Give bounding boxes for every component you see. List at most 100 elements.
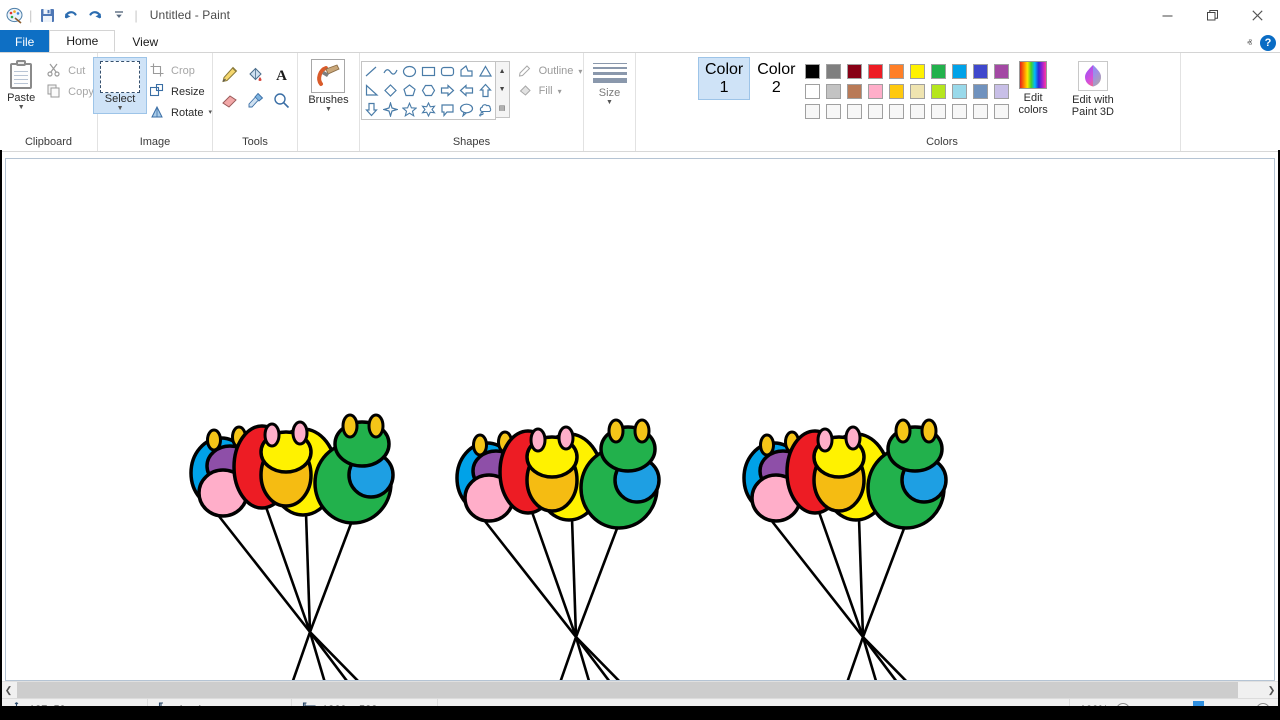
palette-swatch[interactable] [949, 81, 970, 101]
four-point-star-shape[interactable] [381, 100, 400, 119]
color-1-button[interactable]: Color 1 [697, 57, 751, 100]
tab-home[interactable]: Home [49, 30, 116, 52]
color-2-button[interactable]: Color 2 [750, 57, 802, 99]
palette-swatch[interactable] [844, 61, 865, 81]
palette-swatch[interactable] [907, 101, 928, 121]
cloud-callout-shape[interactable] [476, 100, 495, 119]
oval-shape[interactable] [400, 62, 419, 81]
palette-swatch[interactable] [949, 101, 970, 121]
paste-button[interactable]: Paste ▼ [0, 57, 44, 111]
rotate-button[interactable]: Rotate ▾ [147, 103, 217, 123]
paste-caret-icon[interactable]: ▼ [18, 104, 25, 111]
palette-swatch[interactable] [970, 101, 991, 121]
help-icon[interactable]: ? [1260, 35, 1276, 51]
curve-shape[interactable] [381, 62, 400, 81]
palette-swatch[interactable] [991, 81, 1012, 101]
brushes-caret-icon[interactable]: ▼ [325, 106, 332, 113]
down-arrow-shape[interactable] [362, 100, 381, 119]
text-icon[interactable]: A [268, 61, 294, 87]
chevron-down-icon[interactable] [108, 4, 130, 26]
crop-button[interactable]: Crop [147, 61, 217, 81]
palette-swatch[interactable] [823, 61, 844, 81]
magnifier-icon[interactable] [268, 87, 294, 113]
brushes-button[interactable]: Brushes ▼ [308, 57, 349, 113]
fill-button[interactable]: Fill ▾ [518, 83, 583, 99]
palette-swatch[interactable] [970, 81, 991, 101]
horizontal-scroll-thumb[interactable] [17, 681, 1239, 699]
scroll-left-icon[interactable]: ❮ [0, 681, 17, 699]
shapes-scroll-up-icon[interactable]: ▲ [496, 62, 509, 80]
oval-callout-shape[interactable] [457, 100, 476, 119]
palette-swatch[interactable] [907, 81, 928, 101]
pencil-icon[interactable] [216, 61, 242, 87]
close-button[interactable] [1235, 0, 1280, 30]
select-caret-icon[interactable]: ▼ [117, 105, 124, 112]
paint-app-icon[interactable] [3, 4, 25, 26]
five-point-star-shape[interactable] [400, 100, 419, 119]
maximize-button[interactable] [1190, 0, 1235, 30]
hexagon-shape[interactable] [419, 81, 438, 100]
palette-swatch[interactable] [802, 81, 823, 101]
canvas-viewport [0, 152, 1280, 701]
palette-swatch[interactable] [844, 101, 865, 121]
palette-swatch[interactable] [802, 101, 823, 121]
color-picker-icon[interactable] [242, 87, 268, 113]
size-button[interactable]: Size ▼ [592, 57, 627, 106]
palette-swatch[interactable] [907, 61, 928, 81]
chevron-up-icon[interactable]: ⱏ [1247, 38, 1252, 49]
triangle-shape[interactable] [476, 62, 495, 81]
minimize-button[interactable] [1145, 0, 1190, 30]
undo-icon[interactable] [60, 4, 82, 26]
outline-button[interactable]: Outline ▾ [518, 63, 582, 79]
palette-swatch[interactable] [991, 101, 1012, 121]
six-point-star-shape[interactable] [419, 100, 438, 119]
palette-swatch[interactable] [886, 101, 907, 121]
rounded-rectangle-shape[interactable] [438, 62, 457, 81]
palette-swatch[interactable] [886, 81, 907, 101]
palette-swatch[interactable] [865, 81, 886, 101]
save-icon[interactable] [36, 4, 58, 26]
diamond-shape[interactable] [381, 81, 400, 100]
up-arrow-shape[interactable] [476, 81, 495, 100]
tab-file[interactable]: File [0, 30, 50, 52]
horizontal-scrollbar[interactable]: ❮ ❯ [0, 681, 1280, 699]
palette-swatch[interactable] [823, 81, 844, 101]
outline-caret-icon[interactable]: ▾ [578, 67, 582, 76]
edit-with-paint3d-button[interactable]: Edit with Paint 3D [1054, 57, 1120, 118]
palette-swatch[interactable] [949, 61, 970, 81]
palette-swatch[interactable] [886, 61, 907, 81]
rounded-callout-shape[interactable] [438, 100, 457, 119]
right-triangle-shape[interactable] [362, 81, 381, 100]
right-arrow-shape[interactable] [438, 81, 457, 100]
eraser-icon[interactable] [216, 87, 242, 113]
rectangle-shape[interactable] [419, 62, 438, 81]
select-button[interactable]: Select ▼ [93, 57, 148, 114]
palette-swatch[interactable] [802, 61, 823, 81]
palette-swatch[interactable] [865, 61, 886, 81]
palette-swatch[interactable] [928, 101, 949, 121]
drawing-canvas[interactable] [5, 158, 1275, 701]
shapes-scrollbar[interactable]: ▲ ▼ ▤ [495, 61, 510, 118]
size-caret-icon[interactable]: ▼ [606, 99, 613, 106]
palette-swatch[interactable] [928, 81, 949, 101]
horizontal-scroll-track[interactable] [17, 681, 1263, 699]
palette-swatch[interactable] [844, 81, 865, 101]
shapes-scroll-down-icon[interactable]: ▼ [496, 80, 509, 98]
resize-button[interactable]: Resize [147, 82, 217, 102]
left-arrow-shape[interactable] [457, 81, 476, 100]
redo-icon[interactable] [84, 4, 106, 26]
palette-swatch[interactable] [928, 61, 949, 81]
pentagon-shape[interactable] [400, 81, 419, 100]
fill-caret-icon[interactable]: ▾ [558, 87, 562, 96]
ribbon-group-tools: A Tools [213, 53, 298, 151]
tab-view[interactable]: View [115, 30, 175, 52]
polygon-shape[interactable] [457, 62, 476, 81]
palette-swatch[interactable] [991, 61, 1012, 81]
fill-with-color-icon[interactable] [242, 61, 268, 87]
line-shape[interactable] [362, 62, 381, 81]
palette-swatch[interactable] [823, 101, 844, 121]
palette-swatch[interactable] [970, 61, 991, 81]
edit-colors-button[interactable]: Edit colors [1012, 57, 1053, 116]
palette-swatch[interactable] [865, 101, 886, 121]
shapes-expand-icon[interactable]: ▤ [496, 99, 509, 117]
